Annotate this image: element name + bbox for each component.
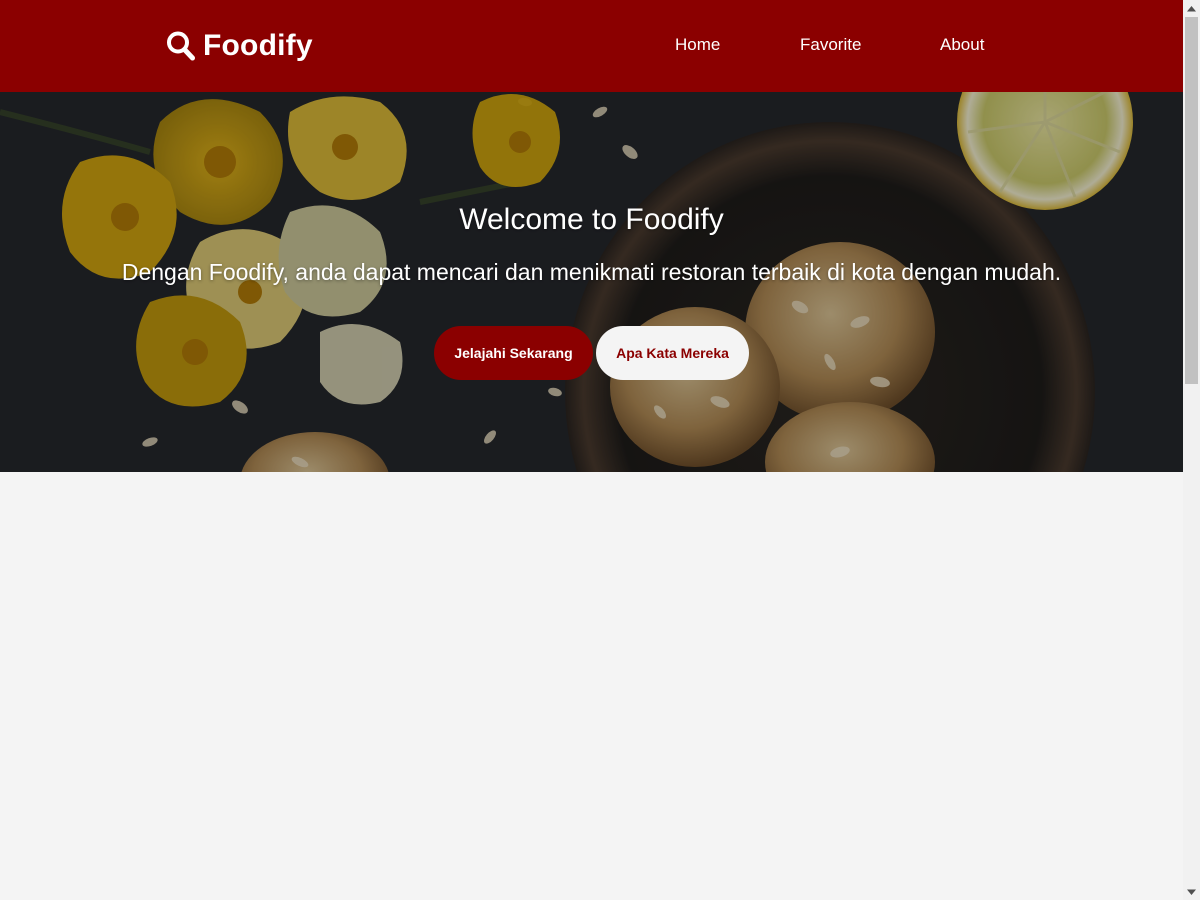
nav-home-link[interactable]: Home — [675, 35, 720, 55]
hero-section: Welcome to Foodify Dengan Foodify, anda … — [0, 92, 1183, 472]
app-header: Foodify Home Favorite About — [0, 0, 1183, 92]
vertical-scrollbar[interactable] — [1183, 0, 1200, 900]
scroll-up-arrow-icon[interactable] — [1183, 0, 1200, 17]
nav-favorite-link[interactable]: Favorite — [800, 35, 861, 55]
hero-subtitle: Dengan Foodify, anda dapat mencari dan m… — [121, 259, 1062, 285]
scroll-down-arrow-icon[interactable] — [1183, 883, 1200, 900]
main-nav: Home Favorite About — [0, 0, 1183, 92]
hero-title: Welcome to Foodify — [459, 203, 724, 236]
page: Foodify Home Favorite About Welcome to F… — [0, 0, 1183, 900]
explore-now-button[interactable]: Jelajahi Sekarang — [434, 326, 593, 380]
scrollbar-thumb[interactable] — [1185, 17, 1198, 384]
nav-about-link[interactable]: About — [940, 35, 984, 55]
testimonials-button[interactable]: Apa Kata Mereka — [596, 326, 749, 380]
